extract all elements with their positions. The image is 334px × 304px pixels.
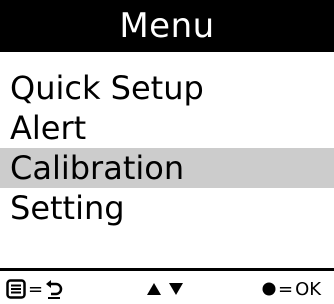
title-bar: Menu (0, 0, 334, 52)
menu-back-hint: = (6, 274, 65, 304)
navigate-hint (146, 274, 184, 304)
menu-item-label: Alert (10, 109, 87, 147)
equals-sign: = (278, 278, 294, 300)
menu-item-alert[interactable]: Alert (0, 108, 334, 148)
menu-item-label: Setting (10, 189, 125, 227)
menu-item-setting[interactable]: Setting (0, 188, 334, 228)
page-title: Menu (119, 6, 215, 46)
filled-circle-icon (262, 282, 276, 296)
triangle-up-icon (146, 281, 162, 297)
back-arrow-icon (45, 278, 65, 300)
menu-item-label: Quick Setup (10, 69, 204, 107)
ok-hint: = OK (262, 274, 321, 304)
menu-item-calibration[interactable]: Calibration (0, 148, 334, 188)
menu-key-icon (6, 279, 26, 299)
menu-list: Quick Setup Alert Calibration Setting (0, 68, 334, 228)
menu-item-label: Calibration (10, 149, 185, 187)
ok-label: OK (295, 278, 322, 300)
equals-sign: = (28, 278, 44, 300)
footer-hints: = = OK (0, 274, 334, 304)
footer-divider (0, 268, 334, 271)
menu-item-quick-setup[interactable]: Quick Setup (0, 68, 334, 108)
triangle-down-icon (168, 281, 184, 297)
